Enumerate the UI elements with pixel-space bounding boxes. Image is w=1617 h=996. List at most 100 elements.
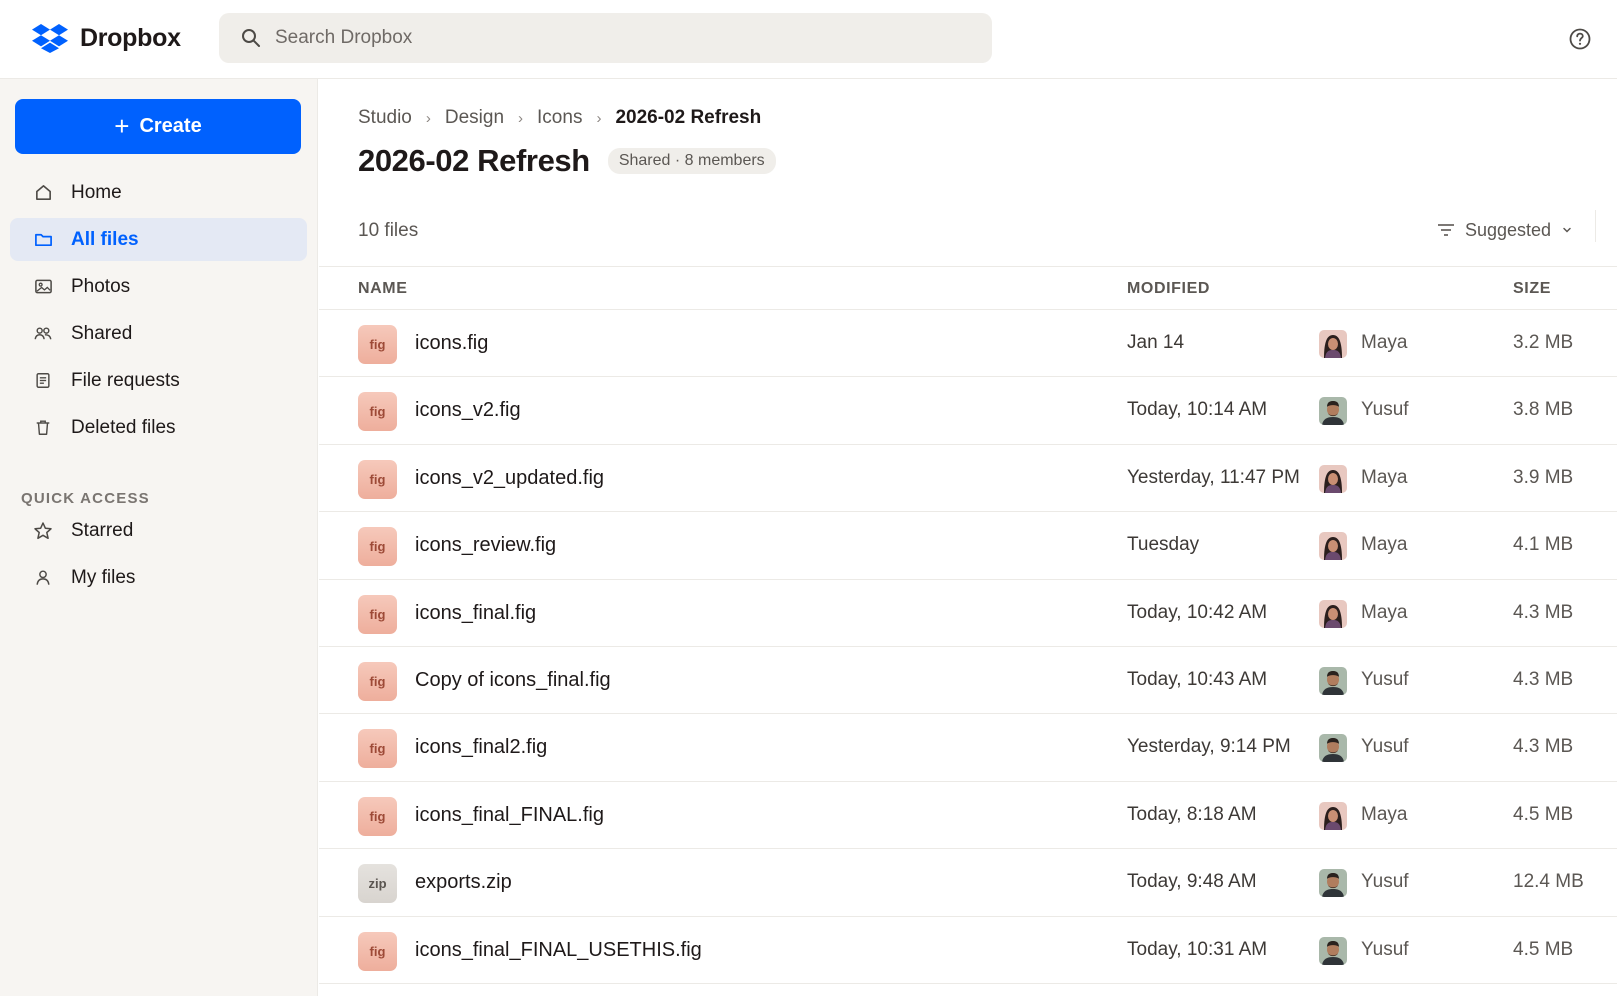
file-name[interactable]: Copy of icons_final.fig xyxy=(415,669,611,692)
file-type-icon: zip xyxy=(358,864,397,904)
quick-access-nav: Starred My files xyxy=(10,509,307,603)
breadcrumb-studio[interactable]: Studio xyxy=(358,107,412,129)
sidebar-item-all-files[interactable]: All files xyxy=(10,218,307,261)
file-type-icon: fig xyxy=(358,527,397,567)
sort-dropdown[interactable]: Suggested xyxy=(1429,213,1581,247)
search-input[interactable] xyxy=(275,27,955,49)
avatar xyxy=(1319,397,1347,426)
breadcrumb-design[interactable]: Design xyxy=(445,107,504,129)
avatar xyxy=(1319,464,1347,493)
sidebar-item-photos[interactable]: Photos xyxy=(10,265,307,308)
star-icon xyxy=(33,521,53,541)
brand-name: Dropbox xyxy=(80,24,181,52)
photo-icon xyxy=(33,277,53,297)
table-row[interactable]: fig Copy of icons_final.fig Today, 10:43… xyxy=(319,647,1617,715)
sidebar-item-label: File requests xyxy=(71,369,180,391)
breadcrumb-icons[interactable]: Icons xyxy=(537,107,582,129)
sidebar-item-home[interactable]: Home xyxy=(10,171,307,214)
home-icon xyxy=(33,183,53,203)
person-icon xyxy=(33,568,53,588)
sidebar-item-shared[interactable]: Shared xyxy=(10,312,307,355)
file-modified: Today, 10:31 AM xyxy=(1127,938,1268,960)
file-modified: Today, 10:42 AM xyxy=(1127,601,1268,623)
table-row[interactable]: fig icons_v2.fig Today, 10:14 AM Yusuf 3… xyxy=(319,377,1617,445)
sidebar-item-label: Shared xyxy=(71,322,133,344)
dropbox-logo[interactable]: Dropbox xyxy=(32,24,181,53)
sidebar-item-label: My files xyxy=(71,566,136,588)
file-size: 4.1 MB xyxy=(1513,534,1574,556)
table-row[interactable]: fig icons_review.fig Tuesday Maya 4.1 MB xyxy=(319,512,1617,580)
create-button[interactable]: + Create xyxy=(15,99,301,154)
file-type-icon: fig xyxy=(358,796,397,836)
file-size: 4.3 MB xyxy=(1513,668,1574,690)
file-size: 12.4 MB xyxy=(1513,871,1584,893)
file-type-icon: fig xyxy=(358,594,397,634)
search-bar[interactable] xyxy=(219,13,992,63)
file-size: 4.3 MB xyxy=(1513,601,1574,623)
file-size: 4.3 MB xyxy=(1513,736,1574,758)
file-owner: Maya xyxy=(1361,601,1408,623)
file-type-icon: fig xyxy=(358,931,397,971)
table-row[interactable]: fig icons_final.fig Today, 10:42 AM Maya… xyxy=(319,580,1617,647)
column-header-size[interactable]: SIZE xyxy=(1513,280,1551,298)
help-button[interactable] xyxy=(1566,25,1593,52)
avatar xyxy=(1319,599,1347,628)
file-name[interactable]: icons_v2.fig xyxy=(415,399,521,422)
people-icon xyxy=(33,324,53,344)
sidebar-item-deleted-files[interactable]: Deleted files xyxy=(10,406,307,449)
table-row[interactable]: fig icons_final_FINAL.fig Today, 8:18 AM… xyxy=(319,782,1617,850)
table-row[interactable]: fig icons_final_FINAL_USETHIS.fig Today,… xyxy=(319,917,1617,984)
file-name[interactable]: icons_final_FINAL_USETHIS.fig xyxy=(415,939,702,962)
sidebar-item-my-files[interactable]: My files xyxy=(10,556,307,599)
file-modified: Yesterday, 9:14 PM xyxy=(1127,736,1291,758)
avatar xyxy=(1319,801,1347,830)
file-type-icon: fig xyxy=(358,459,397,499)
file-name[interactable]: exports.zip xyxy=(415,871,512,894)
file-owner: Yusuf xyxy=(1361,668,1409,690)
file-owner: Maya xyxy=(1361,466,1408,488)
sort-label: Suggested xyxy=(1465,219,1552,240)
chevron-right-icon: › xyxy=(425,109,431,127)
filter-icon xyxy=(1438,224,1454,236)
column-header-modified[interactable]: MODIFIED xyxy=(1127,280,1210,298)
file-size: 4.5 MB xyxy=(1513,938,1574,960)
file-name[interactable]: icons_final.fig xyxy=(415,602,536,625)
main-content: Studio › Design › Icons › 2026-02 Refres… xyxy=(319,79,1617,996)
file-name[interactable]: icons_final2.fig xyxy=(415,736,547,759)
file-type-icon: fig xyxy=(358,392,397,432)
file-modified: Yesterday, 11:47 PM xyxy=(1127,466,1300,488)
avatar xyxy=(1319,869,1347,898)
sidebar-item-label: All files xyxy=(71,228,139,250)
file-name[interactable]: icons_v2_updated.fig xyxy=(415,467,604,490)
divider xyxy=(1595,210,1596,242)
file-size: 3.8 MB xyxy=(1513,399,1574,421)
chevron-right-icon: › xyxy=(596,109,602,127)
file-list: fig icons.fig Jan 14 Maya 3.2 MB fig ico… xyxy=(319,310,1617,984)
sidebar-item-label: Home xyxy=(71,181,122,203)
file-owner: Maya xyxy=(1361,332,1408,353)
table-row[interactable]: zip exports.zip Today, 9:48 AM Yusuf 12.… xyxy=(319,849,1617,917)
sidebar-item-label: Photos xyxy=(71,275,131,297)
sidebar: + Create Home All files Photos Shared Fi… xyxy=(0,79,318,996)
file-name[interactable]: icons_final_FINAL.fig xyxy=(415,804,604,827)
shared-badge[interactable]: Shared · 8 members xyxy=(607,148,776,174)
file-owner: Yusuf xyxy=(1361,736,1409,758)
table-row[interactable]: fig icons.fig Jan 14 Maya 3.2 MB xyxy=(319,310,1617,378)
file-size: 4.5 MB xyxy=(1513,803,1574,825)
file-modified: Today, 9:48 AM xyxy=(1127,871,1257,893)
create-label: Create xyxy=(139,115,202,137)
table-row[interactable]: fig icons_v2_updated.fig Yesterday, 11:4… xyxy=(319,445,1617,513)
file-owner: Maya xyxy=(1361,534,1408,556)
file-size: 3.9 MB xyxy=(1513,466,1574,488)
breadcrumb: Studio › Design › Icons › 2026-02 Refres… xyxy=(358,107,761,129)
file-name[interactable]: icons_review.fig xyxy=(415,534,556,557)
file-owner: Maya xyxy=(1361,803,1408,825)
sidebar-item-label: Starred xyxy=(71,519,134,541)
top-bar: Dropbox xyxy=(0,0,1617,79)
column-header-name[interactable]: NAME xyxy=(358,280,408,298)
sidebar-item-starred[interactable]: Starred xyxy=(10,509,307,552)
file-name[interactable]: icons.fig xyxy=(415,332,488,355)
sidebar-item-file-requests[interactable]: File requests xyxy=(10,359,307,402)
file-request-icon xyxy=(33,371,53,391)
table-row[interactable]: fig icons_final2.fig Yesterday, 9:14 PM … xyxy=(319,714,1617,782)
